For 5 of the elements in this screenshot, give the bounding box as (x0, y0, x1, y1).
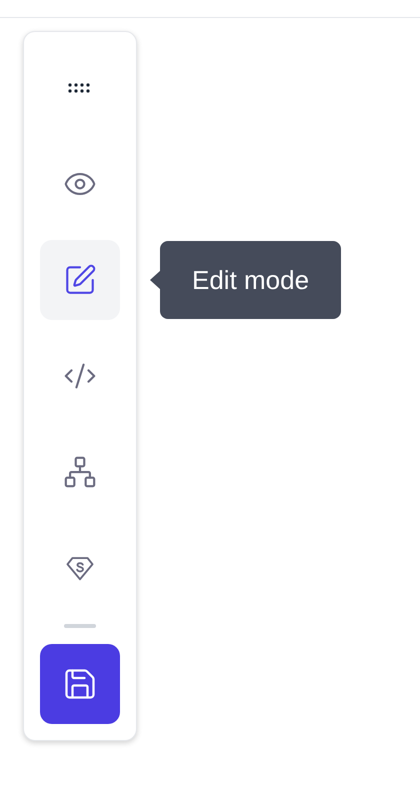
hierarchy-icon (63, 455, 97, 489)
drag-handle-icon (68, 83, 92, 93)
save-button[interactable] (40, 644, 120, 724)
tooltip-arrow (150, 270, 161, 290)
edit-icon (63, 263, 97, 297)
